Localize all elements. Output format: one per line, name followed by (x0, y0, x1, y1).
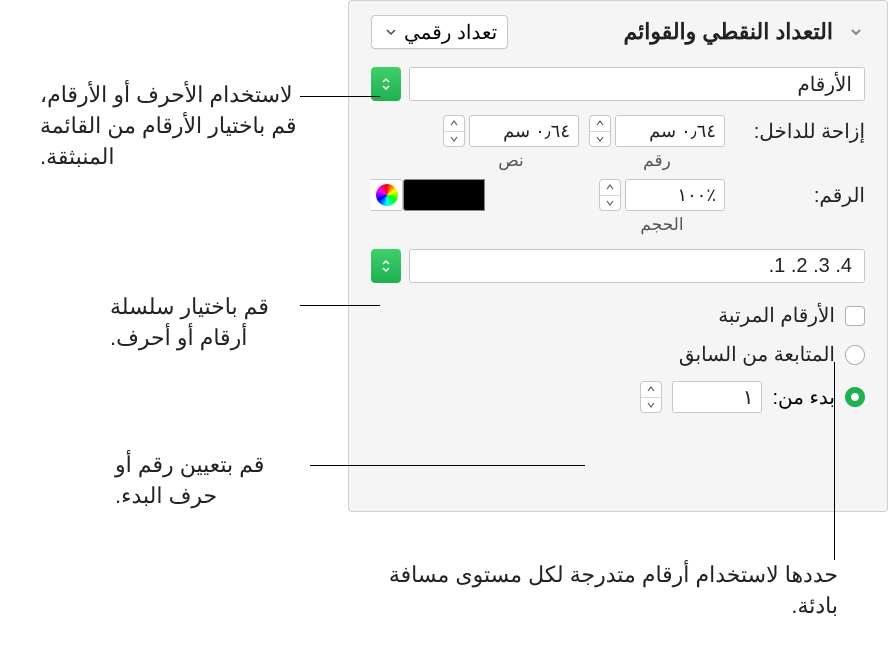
panel-header: التعداد النقطي والقوائم تعداد رقمي (371, 15, 865, 49)
callout-line (310, 465, 585, 466)
number-size-stepper[interactable] (599, 179, 621, 211)
indent-number-input[interactable]: ٠٫٦٤ سم (615, 115, 725, 147)
chevron-down-icon (386, 25, 396, 39)
callout-line (300, 96, 380, 97)
indent-text-input[interactable]: ٠٫٦٤ سم (469, 115, 579, 147)
bullets-lists-panel: التعداد النقطي والقوائم تعداد رقمي الأرق… (348, 0, 888, 512)
indent-text-stepper[interactable] (443, 115, 465, 147)
color-picker-button[interactable] (371, 179, 403, 211)
number-size-group: ١٠٠٪ الحجم (599, 179, 725, 235)
continue-radio[interactable] (845, 345, 865, 365)
tiered-numbers-row: الأرقام المرتبة (371, 303, 865, 328)
callout-line (300, 305, 380, 306)
start-from-radio[interactable] (845, 387, 865, 407)
callout-tiered: حددها لاستخدام أرقام متدرجة لكل مستوى مس… (368, 560, 838, 622)
tiered-numbers-label: الأرقام المرتبة (718, 303, 835, 328)
stepper-up-icon (600, 180, 620, 196)
start-from-label: بدء من: (772, 385, 835, 410)
start-from-stepper[interactable] (640, 381, 662, 413)
stepper-down-icon (444, 132, 464, 147)
stepper-down-icon (641, 398, 661, 413)
stepper-up-icon (590, 116, 610, 132)
indent-row: إزاحة للداخل: ٠٫٦٤ سم رقم ٠٫٦٤ سم نص (371, 115, 865, 171)
stepper-down-icon (590, 132, 610, 147)
sequence-row: .1 .2 .3 .4 (371, 249, 865, 283)
tiered-numbers-checkbox[interactable] (845, 306, 865, 326)
indent-number-sublabel: رقم (643, 151, 671, 171)
indent-number-stepper[interactable] (589, 115, 611, 147)
disclosure-triangle-icon[interactable] (847, 23, 865, 41)
list-style-value: تعداد رقمي (404, 20, 497, 45)
start-from-row: بدء من: ١ (371, 381, 865, 413)
callout-sequence: قم باختيار سلسلة أرقام أو أحرف. (110, 292, 310, 354)
sequence-popup-button[interactable] (371, 249, 401, 283)
number-size-row: الرقم: ١٠٠٪ الحجم (371, 179, 865, 235)
callout-numbers-popup: لاستخدام الأحرف أو الأرقام، قم باختيار ا… (40, 80, 310, 172)
callout-start: قم بتعيين رقم أو حرف البدء. (115, 450, 315, 512)
list-style-dropdown[interactable]: تعداد رقمي (371, 15, 508, 49)
indent-number-group: ٠٫٦٤ سم رقم (589, 115, 725, 171)
indent-label: إزاحة للداخل: (735, 115, 865, 144)
numbers-type-field[interactable]: الأرقام (409, 67, 865, 101)
indent-text-group: ٠٫٦٤ سم نص (443, 115, 579, 171)
number-size-input[interactable]: ١٠٠٪ (625, 179, 725, 211)
start-from-input[interactable]: ١ (672, 381, 762, 413)
continue-radio-row: المتابعة من السابق (371, 342, 865, 367)
number-size-sublabel: الحجم (640, 215, 683, 235)
sequence-field[interactable]: .1 .2 .3 .4 (409, 249, 865, 283)
stepper-up-icon (641, 382, 661, 398)
color-swatch[interactable] (403, 179, 485, 211)
section-title: التعداد النقطي والقوائم (623, 19, 833, 45)
number-color-group (371, 179, 485, 211)
indent-text-sublabel: نص (498, 151, 524, 171)
stepper-up-icon (444, 116, 464, 132)
stepper-down-icon (600, 196, 620, 211)
callout-line (834, 362, 835, 560)
number-label: الرقم: (735, 179, 865, 208)
numbers-type-row: الأرقام (371, 67, 865, 101)
color-wheel-icon (376, 184, 398, 206)
continue-label: المتابعة من السابق (679, 342, 835, 367)
